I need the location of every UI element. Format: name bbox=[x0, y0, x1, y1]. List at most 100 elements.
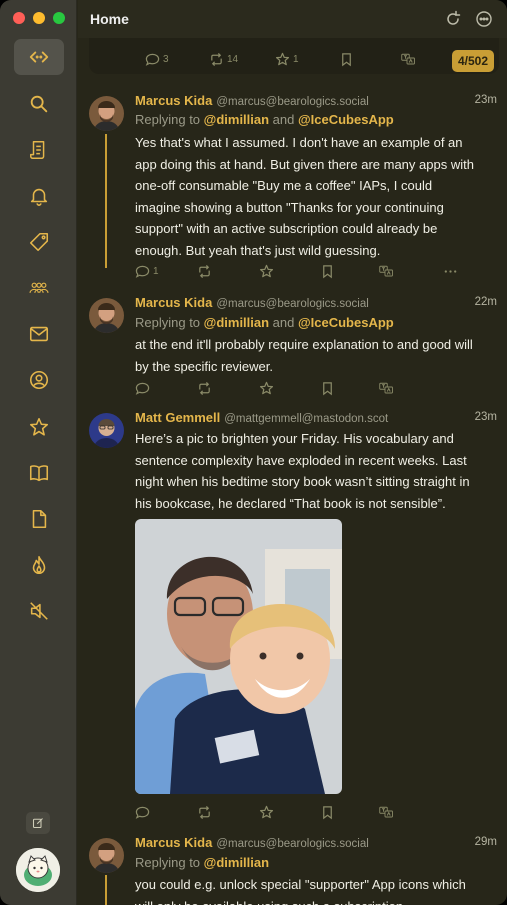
translate-button[interactable] bbox=[379, 262, 394, 280]
post-text-line: enough. But yeah that's just wild guessi… bbox=[135, 242, 381, 258]
author-handle: @marcus@bearologics.social bbox=[216, 838, 369, 850]
close-window-button[interactable] bbox=[13, 12, 25, 24]
post-text-line: will only be available using such a subs… bbox=[135, 896, 497, 905]
reply-prefix: Replying to bbox=[135, 315, 204, 330]
post-text-line: night when his bedtime story book wasn’t… bbox=[135, 474, 470, 489]
refresh-icon[interactable] bbox=[444, 10, 462, 28]
followers-icon[interactable] bbox=[14, 270, 64, 306]
more-options-icon[interactable] bbox=[475, 10, 493, 28]
translate-button[interactable] bbox=[379, 803, 394, 821]
translate-button[interactable] bbox=[379, 379, 394, 397]
compose-button[interactable] bbox=[26, 812, 50, 834]
post-text-line: one-off consumable "Buy me a coffee" IAP… bbox=[135, 178, 433, 193]
post-content: Here’s a pic to brighten your Friday. Hi… bbox=[135, 428, 497, 514]
author-handle: @mattgemmell@mastodon.scot bbox=[224, 413, 389, 425]
reply-prefix: Replying to bbox=[135, 112, 204, 127]
author-avatar[interactable] bbox=[89, 838, 124, 873]
tags-icon[interactable] bbox=[14, 224, 64, 260]
post-author[interactable]: Marcus Kida @marcus@bearologics.social bbox=[135, 835, 369, 850]
search-icon[interactable] bbox=[14, 86, 64, 122]
boost-count: 14 bbox=[227, 53, 239, 65]
boost-button[interactable]: 14 bbox=[209, 50, 238, 68]
more-icon[interactable] bbox=[443, 262, 458, 280]
post-actions: 1 bbox=[135, 262, 465, 280]
reply-and: and bbox=[269, 315, 298, 330]
author-name: Marcus Kida bbox=[135, 93, 213, 108]
post-text-line: by the specific reviewer. bbox=[135, 358, 274, 374]
post-media-image[interactable] bbox=[135, 519, 342, 794]
post-text-line: Here’s a pic to brighten your Friday. Hi… bbox=[135, 431, 454, 446]
favorite-button[interactable]: 1 bbox=[275, 50, 299, 68]
reply-and: and bbox=[269, 112, 298, 127]
post-time: 23m bbox=[474, 94, 497, 106]
post-content: you could e.g. unlock special "supporter… bbox=[135, 874, 497, 905]
sidebar bbox=[0, 0, 77, 905]
favorite-button[interactable] bbox=[259, 262, 274, 280]
trending-icon[interactable] bbox=[14, 547, 64, 583]
author-name: Matt Gemmell bbox=[135, 410, 221, 425]
minimize-window-button[interactable] bbox=[33, 12, 45, 24]
notifications-icon[interactable] bbox=[14, 178, 64, 214]
post-time: 22m bbox=[474, 296, 497, 308]
previous-post-actions: 3 14 1 bbox=[145, 50, 475, 68]
author-handle: @marcus@bearologics.social bbox=[216, 298, 369, 310]
account-avatar[interactable] bbox=[16, 848, 60, 892]
boost-button[interactable] bbox=[197, 803, 212, 821]
muted-icon[interactable] bbox=[14, 593, 64, 629]
reply-button[interactable]: 1 bbox=[135, 262, 159, 280]
post-text-line: at the end it'll probably require explan… bbox=[135, 337, 473, 352]
bookmark-button[interactable] bbox=[320, 379, 335, 397]
post-text-line: Yes that's what I assumed. I don't have … bbox=[135, 135, 463, 150]
reply-count: 1 bbox=[153, 265, 159, 277]
post-text-line: app doing this at hand. But given there … bbox=[135, 156, 474, 172]
post-content: Yes that's what I assumed. I don't have … bbox=[135, 132, 497, 261]
mention-link[interactable]: @dimillian bbox=[204, 112, 269, 127]
post-actions bbox=[135, 803, 465, 821]
reply-button[interactable] bbox=[135, 803, 150, 821]
reply-button[interactable] bbox=[135, 379, 150, 397]
post-text-line: support" with an active subscription cou… bbox=[135, 221, 438, 236]
author-avatar[interactable] bbox=[89, 298, 124, 333]
bookmark-button[interactable] bbox=[320, 803, 335, 821]
title-bar: Home bbox=[78, 0, 507, 38]
author-avatar[interactable] bbox=[89, 413, 124, 448]
favorite-button[interactable] bbox=[259, 379, 274, 397]
unread-counter-badge[interactable]: 4/502 bbox=[452, 50, 495, 72]
bookmark-button[interactable] bbox=[339, 50, 354, 68]
reply-to-line: Replying to @dimillian and @IceCubesApp bbox=[135, 112, 394, 127]
post-content: at the end it'll probably require explan… bbox=[135, 334, 497, 377]
timeline-switch-icon[interactable] bbox=[14, 39, 64, 75]
translate-button[interactable] bbox=[401, 50, 416, 68]
mention-link[interactable]: @IceCubesApp bbox=[298, 315, 394, 330]
reply-prefix: Replying to bbox=[135, 855, 204, 870]
app-window: 3 14 1 4/502 Marcus Kida @marcus@bearolog… bbox=[0, 0, 507, 905]
mention-link[interactable]: @dimillian bbox=[204, 855, 269, 870]
reply-to-line: Replying to @dimillian bbox=[135, 855, 269, 870]
reply-to-line: Replying to @dimillian and @IceCubesApp bbox=[135, 315, 394, 330]
reply-button[interactable]: 3 bbox=[145, 50, 169, 68]
favorites-icon[interactable] bbox=[14, 409, 64, 445]
post-text-line: his bookcase, he declared “That book is … bbox=[135, 495, 446, 511]
post-text-line: sentence complexity have exploded in rec… bbox=[135, 452, 467, 468]
thread-line bbox=[105, 875, 107, 905]
post-actions bbox=[135, 379, 465, 397]
mention-link[interactable]: @IceCubesApp bbox=[298, 112, 394, 127]
boost-button[interactable] bbox=[197, 379, 212, 397]
page-title: Home bbox=[90, 11, 129, 27]
lists-icon[interactable] bbox=[14, 132, 64, 168]
post-text-line: you could e.g. unlock special "supporter… bbox=[135, 877, 466, 892]
messages-icon[interactable] bbox=[14, 316, 64, 352]
post-author[interactable]: Marcus Kida @marcus@bearologics.social bbox=[135, 295, 369, 310]
boost-button[interactable] bbox=[197, 262, 212, 280]
bookmark-button[interactable] bbox=[320, 262, 335, 280]
drafts-icon[interactable] bbox=[14, 501, 64, 537]
favorite-button[interactable] bbox=[259, 803, 274, 821]
post-author[interactable]: Matt Gemmell @mattgemmell@mastodon.scot bbox=[135, 410, 388, 425]
profile-icon[interactable] bbox=[14, 362, 64, 398]
post-author[interactable]: Marcus Kida @marcus@bearologics.social bbox=[135, 93, 369, 108]
thread-line bbox=[105, 134, 107, 268]
author-avatar[interactable] bbox=[89, 96, 124, 131]
bookmarks-icon[interactable] bbox=[14, 455, 64, 491]
zoom-window-button[interactable] bbox=[53, 12, 65, 24]
mention-link[interactable]: @dimillian bbox=[204, 315, 269, 330]
